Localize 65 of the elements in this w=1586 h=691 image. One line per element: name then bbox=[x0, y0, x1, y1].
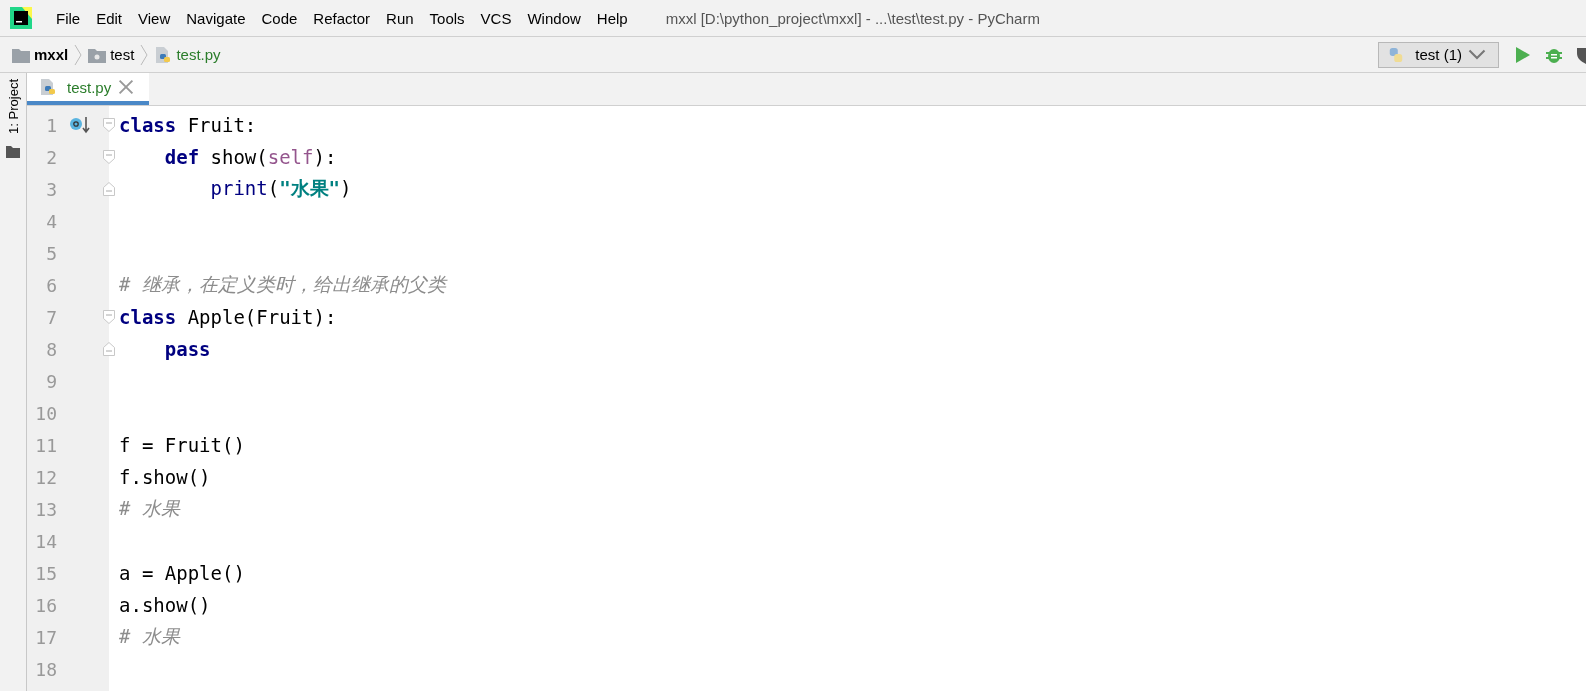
chevron-icon bbox=[140, 43, 149, 66]
menu-item[interactable]: Refactor bbox=[305, 9, 379, 27]
close-icon[interactable] bbox=[117, 79, 136, 95]
code-line: # 继承，在定义类时，给出继承的父类 bbox=[119, 272, 446, 297]
menu-item[interactable]: VCS bbox=[472, 9, 520, 27]
line-number: 7 bbox=[45, 306, 57, 328]
fold-icon[interactable] bbox=[103, 342, 115, 356]
code-line: a.show() bbox=[119, 594, 211, 616]
app-logo-icon bbox=[10, 7, 32, 29]
code-line: class Fruit: bbox=[119, 114, 257, 136]
fold-icon[interactable] bbox=[103, 310, 115, 324]
line-number: 9 bbox=[45, 370, 57, 392]
folder-icon bbox=[12, 46, 30, 63]
window-title: mxxl [D:\python_project\mxxl] - ...\test\test.py - PyCharm bbox=[665, 9, 1040, 27]
code-line: # 水果 bbox=[119, 624, 180, 649]
line-number: 14 bbox=[34, 530, 57, 552]
menu-item[interactable]: View bbox=[130, 9, 179, 27]
code-line: print("水果") bbox=[209, 176, 352, 201]
line-number: 5 bbox=[45, 242, 57, 264]
chevron-icon bbox=[74, 43, 83, 66]
code-line: # 水果 bbox=[119, 496, 180, 521]
menu-item[interactable]: File bbox=[48, 9, 89, 27]
menu-item[interactable]: Edit bbox=[88, 9, 131, 27]
line-number: 2 bbox=[45, 146, 57, 168]
code-line: f.show() bbox=[119, 466, 211, 488]
menu-item[interactable]: Window bbox=[519, 9, 589, 27]
run-configuration-dropdown[interactable]: test (1) bbox=[1378, 41, 1499, 68]
line-number: 11 bbox=[34, 434, 57, 456]
project-tool-button[interactable]: 1: Project bbox=[5, 73, 21, 140]
line-number: 17 bbox=[34, 626, 57, 648]
code-line: class Apple(Fruit): bbox=[119, 306, 337, 328]
code-line: def show(self): bbox=[163, 146, 337, 168]
folder-icon[interactable] bbox=[6, 145, 20, 158]
fold-icon[interactable] bbox=[103, 150, 115, 164]
line-number: 18 bbox=[34, 658, 57, 680]
fold-icon[interactable] bbox=[103, 182, 115, 196]
line-number: 6 bbox=[45, 274, 57, 296]
line-number: 15 bbox=[34, 562, 57, 584]
line-number: 12 bbox=[34, 466, 57, 488]
line-number: 8 bbox=[45, 338, 57, 360]
run-icon[interactable] bbox=[1513, 45, 1531, 64]
code-line: a = Apple() bbox=[119, 562, 245, 584]
code-line: f = Fruit() bbox=[119, 434, 245, 456]
menu-item[interactable]: Help bbox=[588, 9, 636, 27]
code-line: pass bbox=[163, 338, 211, 360]
fold-icon[interactable] bbox=[103, 118, 115, 132]
line-number: 4 bbox=[45, 210, 57, 232]
line-number: 1 bbox=[45, 114, 57, 136]
python-file-icon bbox=[154, 46, 173, 63]
line-number: 10 bbox=[34, 402, 57, 424]
editor-tab[interactable]: test.py bbox=[27, 73, 150, 105]
menu-item[interactable]: Navigate bbox=[178, 9, 254, 27]
menu-item[interactable]: Run bbox=[378, 9, 422, 27]
menu-item[interactable]: Code bbox=[253, 9, 306, 27]
line-number: 3 bbox=[45, 178, 57, 200]
breadcrumb-item[interactable]: test.py bbox=[176, 46, 221, 63]
line-number: 13 bbox=[34, 498, 57, 520]
python-file-icon bbox=[39, 79, 57, 95]
breadcrumb-item[interactable]: mxxl bbox=[34, 46, 69, 63]
shield-icon[interactable] bbox=[1577, 45, 1586, 64]
override-marker-icon[interactable] bbox=[69, 115, 91, 135]
line-number: 16 bbox=[34, 594, 57, 616]
menu-item[interactable]: Tools bbox=[421, 9, 473, 27]
folder-icon bbox=[88, 46, 107, 63]
breadcrumb-item[interactable]: test bbox=[110, 46, 135, 63]
